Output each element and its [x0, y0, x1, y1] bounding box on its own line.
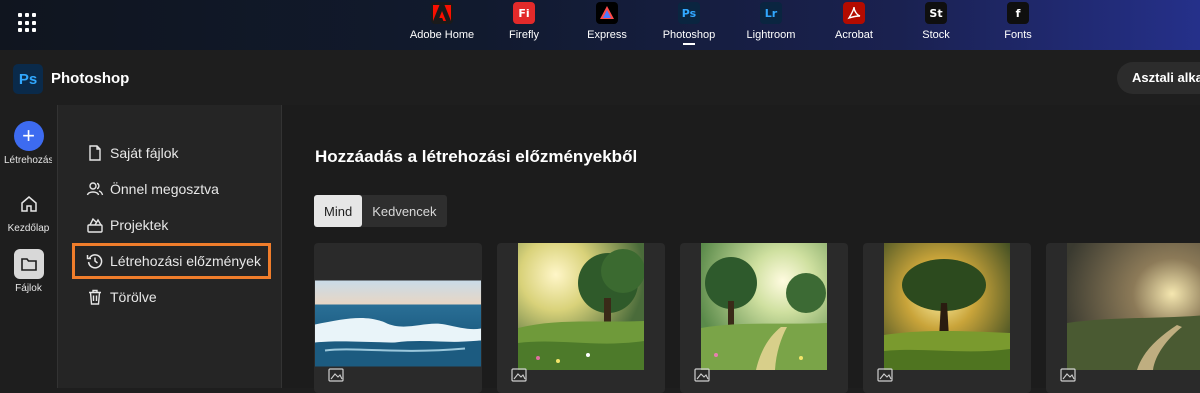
nav-projects[interactable]: Projektek — [86, 214, 168, 236]
selection-highlight — [72, 243, 271, 279]
photoshop-icon: Ps — [678, 2, 700, 24]
app-label: Stock — [922, 29, 950, 41]
meadow-path-image — [701, 243, 827, 370]
app-firefly[interactable]: Fi Firefly — [484, 2, 564, 41]
trash-icon — [89, 289, 101, 305]
app-photoshop[interactable]: Ps Photoshop — [649, 2, 729, 45]
tab-all[interactable]: Mind — [314, 195, 363, 227]
app-acrobat[interactable]: Acrobat — [814, 2, 894, 41]
home-button[interactable]: Kezdőlap — [0, 189, 57, 234]
active-indicator — [683, 43, 695, 45]
app-label: Acrobat — [835, 29, 873, 41]
adobe-home-icon — [431, 2, 453, 24]
history-card[interactable] — [314, 243, 482, 393]
lone-tree-image — [884, 243, 1010, 370]
image-icon — [1060, 368, 1076, 382]
left-rail: + Létrehozás Kezdőlap Fájlok — [0, 105, 57, 388]
app-label: Adobe Home — [409, 29, 475, 41]
desktop-app-button[interactable]: Asztali alkalmazás — [1117, 62, 1200, 94]
files-panel: Saját fájlok Önnel megosztva Projektek L… — [57, 105, 282, 388]
nav-my-files-label: Saját fájlok — [110, 145, 179, 161]
acrobat-icon — [843, 2, 865, 24]
nav-projects-label: Projektek — [110, 217, 169, 233]
nav-shared-with-you[interactable]: Önnel megosztva — [86, 178, 219, 200]
sunlit-tree-image — [518, 243, 644, 370]
files-label: Fájlok — [15, 283, 42, 294]
app-grid-icon[interactable] — [18, 13, 38, 33]
nav-shared-label: Önnel megosztva — [110, 181, 219, 197]
app-header: Ps Photoshop Asztali alkalmazás — [0, 50, 1200, 105]
photoshop-logo-icon: Ps — [13, 64, 43, 94]
home-label: Kezdőlap — [7, 223, 50, 234]
app-label: Lightroom — [746, 29, 796, 41]
image-icon — [694, 368, 710, 382]
fonts-icon: f — [1007, 2, 1029, 24]
app-label: Express — [587, 29, 627, 41]
folder-icon — [13, 249, 44, 279]
plus-icon: + — [13, 121, 44, 151]
history-card[interactable] — [497, 243, 665, 393]
projects-icon — [87, 217, 103, 233]
stock-icon: St — [925, 2, 947, 24]
files-button[interactable]: Fájlok — [0, 249, 57, 294]
history-card[interactable] — [1046, 243, 1200, 393]
app-adobe-home[interactable]: Adobe Home — [402, 2, 482, 41]
image-icon — [511, 368, 527, 382]
app-label: Firefly — [509, 29, 539, 41]
app-lightroom[interactable]: Lr Lightroom — [731, 2, 811, 41]
nav-deleted-label: Törölve — [110, 289, 157, 305]
app-label: Photoshop — [662, 29, 716, 41]
lightroom-icon: Lr — [760, 2, 782, 24]
create-label: Létrehozás — [4, 155, 52, 166]
filter-tabs: Mind Kedvencek — [314, 195, 447, 227]
image-icon — [328, 368, 344, 382]
nav-my-files[interactable]: Saját fájlok — [86, 142, 178, 164]
app-title: Photoshop — [51, 70, 130, 87]
history-card[interactable] — [863, 243, 1031, 393]
file-icon — [89, 145, 101, 161]
firefly-icon: Fi — [513, 2, 535, 24]
express-icon — [596, 2, 618, 24]
app-label: Fonts — [1004, 29, 1032, 41]
shared-users-icon — [86, 182, 104, 196]
app-fonts[interactable]: f Fonts — [978, 2, 1058, 41]
create-button[interactable]: + Létrehozás — [0, 121, 57, 166]
app-switcher-bar: Adobe Home Fi Firefly Express Ps Photoshop Lr L… — [0, 0, 1200, 50]
history-card[interactable] — [680, 243, 848, 393]
main-content: Hozzáadás a létrehozási előzményekből Mi… — [282, 105, 1200, 393]
dusk-path-image — [1067, 243, 1200, 370]
nav-deleted[interactable]: Törölve — [86, 286, 157, 308]
app-express[interactable]: Express — [567, 2, 647, 41]
home-icon — [14, 189, 44, 219]
tab-favorites[interactable]: Kedvencek — [362, 195, 446, 227]
image-icon — [877, 368, 893, 382]
page-title: Hozzáadás a létrehozási előzményekből — [315, 147, 638, 166]
app-stock[interactable]: St Stock — [896, 2, 976, 41]
